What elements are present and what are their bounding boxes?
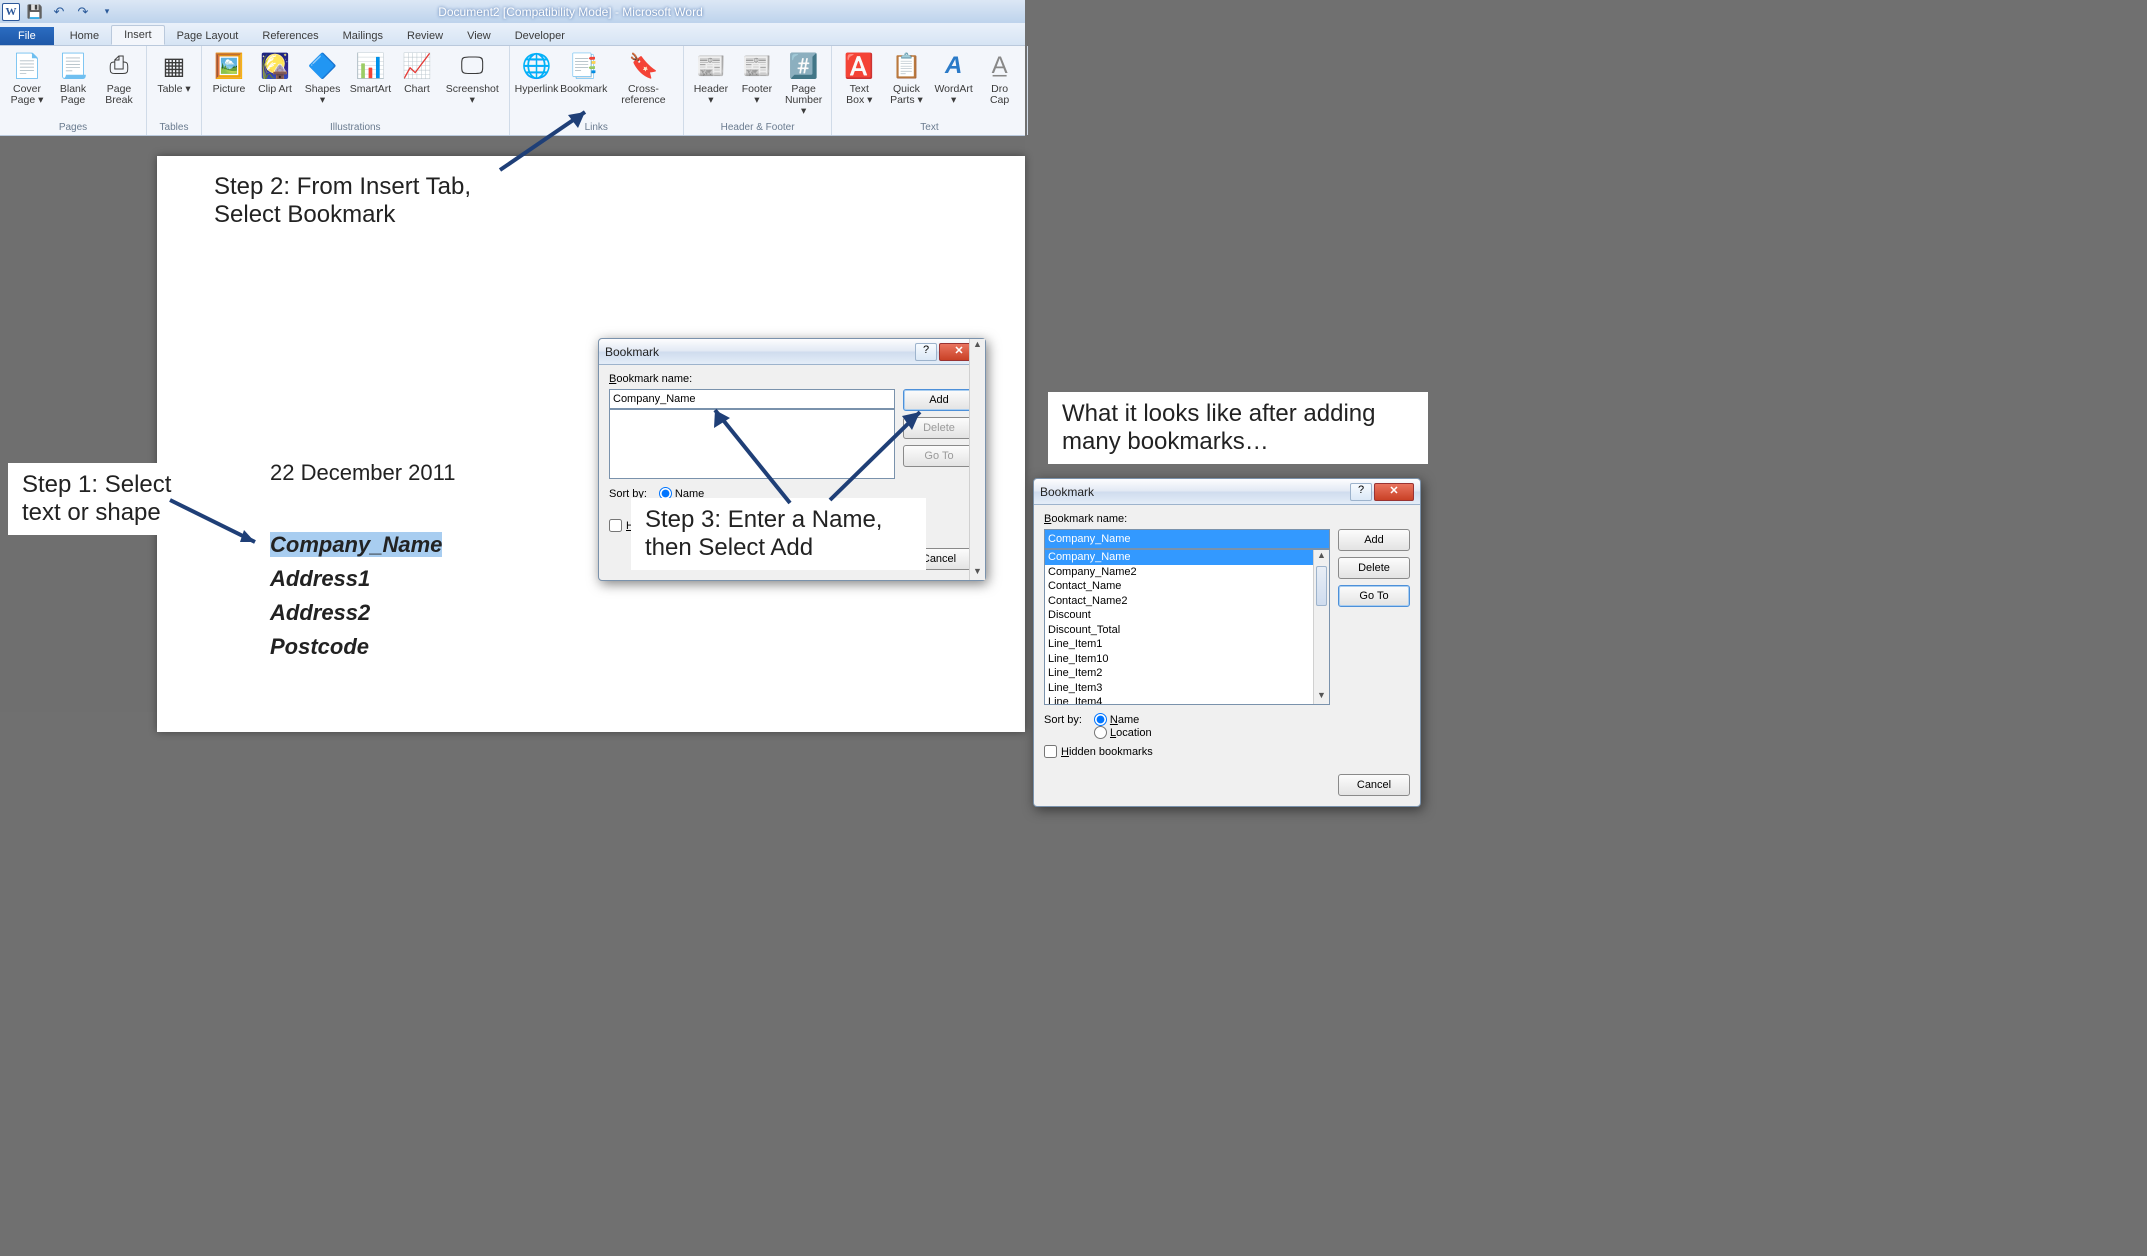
group-tables-label: Tables [153, 120, 195, 135]
titlebar: W 💾 ↶ ↷ ▾ Document2 [Compatibility Mode]… [0, 0, 1025, 23]
list-item[interactable]: Discount [1045, 608, 1329, 623]
callout-step1: Step 1: Select text or shape [8, 463, 218, 535]
quickparts-button[interactable]: 📋Quick Parts ▾ [884, 48, 928, 108]
hidden-bookmarks-checkbox[interactable]: Hidden bookmarks [1044, 745, 1410, 758]
pageno-button[interactable]: #️⃣Page Number ▾ [782, 48, 825, 119]
postcode[interactable]: Postcode [270, 634, 1025, 660]
group-links-label: Links [516, 120, 677, 135]
delete-button[interactable]: Delete [1338, 557, 1410, 579]
tab-review[interactable]: Review [395, 27, 455, 45]
bookmark-name-label: Bookmark name: [1044, 513, 1410, 525]
dialog-titlebar[interactable]: Bookmark ? ✕ [1034, 479, 1420, 505]
list-item[interactable]: Line_Item4 [1045, 695, 1329, 705]
qat-undo-icon[interactable]: ↶ [50, 3, 68, 21]
list-item[interactable]: Line_Item10 [1045, 652, 1329, 667]
bookmark-name-input[interactable] [609, 389, 895, 409]
bookmark-dialog-2: Bookmark ? ✕ Bookmark name: Company_Name… [1033, 478, 1421, 807]
shapes-button[interactable]: 🔷Shapes ▾ [300, 48, 345, 108]
sort-name-radio[interactable]: Name [1094, 713, 1139, 726]
table-button[interactable]: ▦Table ▾ [153, 48, 195, 97]
qat-redo-icon[interactable]: ↷ [74, 3, 92, 21]
callout-after: What it looks like after adding many boo… [1048, 392, 1428, 464]
ribbon-tabs: File Home Insert Page Layout References … [0, 23, 1025, 46]
tab-file[interactable]: File [0, 27, 54, 45]
bookmark-name-label: Bookmark name: [609, 373, 975, 385]
qat-save-icon[interactable]: 💾 [26, 3, 44, 21]
sort-location-radio[interactable]: Location [1094, 726, 1152, 739]
word-icon: W [2, 3, 20, 21]
page-break-button[interactable]: ⎙Page Break [98, 48, 140, 108]
qat-customize-icon[interactable]: ▾ [98, 3, 116, 21]
group-illustrations-label: Illustrations [208, 120, 503, 135]
screenshot-button[interactable]: 🖵Screenshot ▾ [442, 48, 503, 108]
tab-pagelayout[interactable]: Page Layout [165, 27, 251, 45]
cancel-button[interactable]: Cancel [1338, 774, 1410, 796]
tab-references[interactable]: References [250, 27, 330, 45]
address2[interactable]: Address2 [270, 600, 1025, 626]
goto-button[interactable]: Go To [1338, 585, 1410, 607]
tab-mailings[interactable]: Mailings [331, 27, 395, 45]
tab-view[interactable]: View [455, 27, 503, 45]
scrollbar[interactable]: ▲ ▼ [969, 339, 985, 580]
list-item[interactable]: Line_Item2 [1045, 666, 1329, 681]
goto-button[interactable]: Go To [903, 445, 975, 467]
dialog-title: Bookmark [1040, 485, 1094, 499]
list-item[interactable]: Line_Item3 [1045, 681, 1329, 696]
help-icon[interactable]: ? [1350, 483, 1372, 501]
tab-home[interactable]: Home [58, 27, 111, 45]
bookmark-name-input[interactable] [1044, 529, 1330, 549]
footer-button[interactable]: 📰Footer ▾ [736, 48, 778, 119]
close-icon[interactable]: ✕ [1374, 483, 1414, 501]
cover-page-button[interactable]: 📄Cover Page ▾ [6, 48, 48, 108]
group-text-label: Text [838, 120, 1020, 135]
help-icon[interactable]: ? [915, 343, 937, 361]
bookmark-button[interactable]: 📑Bookmark [562, 48, 606, 108]
list-item[interactable]: Discount_Total [1045, 623, 1329, 638]
add-button[interactable]: Add [903, 389, 975, 411]
tab-insert[interactable]: Insert [111, 25, 165, 45]
callout-step2: Step 2: From Insert Tab, Select Bookmark [200, 165, 500, 237]
sortby-label: Sort by: [1044, 714, 1082, 726]
list-item[interactable]: Contact_Name [1045, 579, 1329, 594]
crossref-button[interactable]: 🔖Cross-reference [610, 48, 677, 108]
smartart-button[interactable]: 📊SmartArt [349, 48, 392, 108]
scrollbar[interactable]: ▲▼ [1313, 550, 1329, 704]
group-pages-label: Pages [6, 120, 140, 135]
list-item[interactable]: Contact_Name2 [1045, 594, 1329, 609]
picture-button[interactable]: 🖼️Picture [208, 48, 250, 108]
chart-button[interactable]: 📈Chart [396, 48, 438, 108]
bookmark-listbox[interactable]: Company_Name Company_Name2 Contact_Name … [1044, 549, 1330, 705]
group-headerfooter-label: Header & Footer [690, 120, 825, 135]
hyperlink-button[interactable]: 🌐Hyperlink [516, 48, 558, 108]
company-name-selection[interactable]: Company_Name [270, 532, 442, 557]
header-button[interactable]: 📰Header ▾ [690, 48, 732, 119]
list-item[interactable]: Company_Name [1045, 550, 1329, 565]
list-item[interactable]: Company_Name2 [1045, 565, 1329, 580]
add-button[interactable]: Add [1338, 529, 1410, 551]
tab-developer[interactable]: Developer [503, 27, 577, 45]
textbox-button[interactable]: 🅰️Text Box ▾ [838, 48, 880, 108]
ribbon: 📄Cover Page ▾ 📃Blank Page ⎙Page Break Pa… [0, 46, 1025, 136]
dialog-title: Bookmark [605, 345, 659, 359]
bookmark-listbox[interactable]: ▲ ▼ [609, 409, 895, 479]
callout-step3: Step 3: Enter a Name, then Select Add [631, 498, 926, 570]
blank-page-button[interactable]: 📃Blank Page [52, 48, 94, 108]
delete-button[interactable]: Delete [903, 417, 975, 439]
wordart-button[interactable]: AWordArt ▾ [933, 48, 975, 108]
dialog-titlebar[interactable]: Bookmark ? ✕ [599, 339, 985, 365]
dropcap-button[interactable]: A̲Dro Cap [979, 48, 1021, 108]
clipart-button[interactable]: 🎑Clip Art [254, 48, 296, 108]
list-item[interactable]: Line_Item1 [1045, 637, 1329, 652]
window-title: Document2 [Compatibility Mode] - Microso… [116, 5, 1025, 19]
